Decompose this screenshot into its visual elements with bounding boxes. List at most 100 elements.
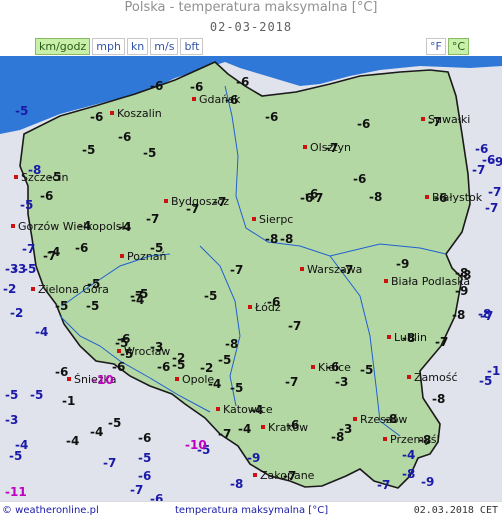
city-marker-koszalin[interactable]: [110, 111, 114, 115]
grid-temperature: -4: [131, 293, 145, 307]
temperature-map[interactable]: Koszalin Gdańsk Suwałki Szczecin Olsztyn Bydg…: [0, 56, 502, 501]
grid-temperature: -5: [143, 146, 157, 160]
grid-temperature: -7: [377, 478, 391, 492]
footer-datetime: 02.03.2018 CET: [413, 505, 498, 516]
grid-temperature: -6: [40, 189, 54, 203]
grid-temperature: -6: [190, 80, 204, 94]
city-marker-lublin[interactable]: [387, 335, 391, 339]
city-marker-bydgoszcz[interactable]: [164, 199, 168, 203]
unit-bft-button[interactable]: bft: [180, 38, 204, 55]
city-temperature-pozna-: -5: [150, 241, 164, 255]
city-marker-rzesz-w[interactable]: [353, 417, 357, 421]
city-marker-opole[interactable]: [175, 377, 179, 381]
grid-temperature: -2: [172, 351, 186, 365]
grid-temperature: -4: [208, 377, 222, 391]
grid-temperature: -7: [22, 242, 36, 256]
grid-temperature: -7: [472, 163, 486, 177]
grid-temperature: -7: [146, 212, 160, 226]
grid-temperature: -8: [28, 163, 42, 177]
grid-temperature: -5: [230, 381, 244, 395]
temperature-unit-switcher: °F °C: [426, 38, 471, 55]
unit-kmh-button[interactable]: km/godz: [35, 38, 91, 55]
city-marker-katowice[interactable]: [216, 407, 220, 411]
grid-temperature: -5: [20, 198, 34, 212]
grid-temperature: -6: [150, 79, 164, 93]
unit-kn-button[interactable]: kn: [126, 38, 149, 55]
city-marker-sierpc[interactable]: [252, 217, 256, 221]
grid-temperature: -4: [238, 422, 252, 436]
grid-temperature: -6: [138, 469, 152, 483]
grid-temperature: -2: [10, 306, 24, 320]
city-marker-krak-w[interactable]: [261, 425, 265, 429]
city-temperature-koszalin: -6: [90, 110, 104, 124]
grid-temperature: -9: [455, 284, 469, 298]
city-marker-zakopane[interactable]: [253, 473, 257, 477]
grid-temperature: -5: [108, 416, 122, 430]
grid-temperature: -7: [435, 335, 449, 349]
grid-temperature: -8: [225, 337, 239, 351]
grid-temperature: -8: [402, 467, 416, 481]
city-temperature-opole: -2: [200, 361, 214, 375]
grid-temperature: -6: [300, 191, 314, 205]
city-temperature--d-: -6: [267, 295, 281, 309]
grid-temperature: -9: [490, 155, 502, 169]
grid-temperature: -10: [185, 438, 207, 452]
unit-ms-button[interactable]: m/s: [150, 38, 179, 55]
grid-temperature: -4: [118, 220, 132, 234]
city-label-warszawa[interactable]: Warszawa: [307, 264, 362, 276]
grid-temperature: -5: [360, 363, 374, 377]
city-marker-gorz-w-wielkopolski[interactable]: [11, 224, 15, 228]
grid-temperature: -6: [353, 172, 367, 186]
grid-temperature: -5: [30, 388, 44, 402]
grid-temperature: -6: [138, 431, 152, 445]
city-marker-kielce[interactable]: [311, 365, 315, 369]
grid-temperature: -6: [157, 360, 171, 374]
grid-temperature: -4: [35, 325, 49, 339]
grid-temperature: -7: [103, 456, 117, 470]
city-temperature-przemy-l: -8: [418, 433, 432, 447]
city-marker-zamo-[interactable]: [407, 375, 411, 379]
grid-temperature: -7: [285, 375, 299, 389]
unit-mph-button[interactable]: mph: [92, 38, 125, 55]
city-marker-zielona-g-ra[interactable]: [31, 287, 35, 291]
grid-temperature: -5: [55, 299, 69, 313]
city-marker-bia-ystok[interactable]: [425, 195, 429, 199]
city-temperature--nie-ka: -10: [92, 373, 114, 387]
city-label-przemy-l[interactable]: Przemyśl: [390, 434, 440, 446]
city-marker-bia-a-podlaska[interactable]: [384, 279, 388, 283]
city-marker-pozna-[interactable]: [120, 254, 124, 258]
city-marker-warszawa[interactable]: [300, 267, 304, 271]
grid-temperature: -6: [112, 360, 126, 374]
grid-temperature: -3: [335, 375, 349, 389]
grid-temperature: -7: [485, 201, 499, 215]
city-label-koszalin[interactable]: Koszalin: [117, 108, 162, 120]
unit-fahrenheit-button[interactable]: °F: [426, 38, 446, 55]
city-temperature-warszawa: -7: [340, 263, 354, 277]
city-marker-gda-sk[interactable]: [192, 97, 196, 101]
city-marker-suwa-ki[interactable]: [421, 117, 425, 121]
grid-temperature: -8: [432, 392, 446, 406]
footer-label: temperatura maksymalna [°C]: [175, 505, 329, 516]
city-marker-przemy-l[interactable]: [383, 437, 387, 441]
grid-temperature: -3: [5, 262, 19, 276]
grid-temperature: -5: [15, 104, 29, 118]
city-marker--d-[interactable]: [248, 305, 252, 309]
grid-temperature: -6: [75, 241, 89, 255]
grid-temperature: -7: [130, 483, 144, 497]
grid-temperature: -7: [488, 185, 502, 199]
city-temperature-bia-ystok: -6: [434, 191, 448, 205]
city-label-gorz-w-wielkopolski[interactable]: Gorzów Wielkopolski: [18, 221, 131, 233]
city-temperature-gda-sk: -6: [225, 93, 239, 107]
city-marker-szczecin[interactable]: [14, 175, 18, 179]
city-label-katowice[interactable]: Katowice: [223, 404, 273, 416]
city-temperature-szczecin: -5: [48, 170, 62, 184]
grid-temperature: -6: [236, 75, 250, 89]
unit-celsius-button[interactable]: °C: [447, 38, 470, 55]
city-marker-olsztyn[interactable]: [303, 145, 307, 149]
grid-temperature: -5: [86, 299, 100, 313]
grid-temperature: -1: [62, 394, 76, 408]
city-label-zamo-[interactable]: Zamość: [414, 372, 458, 384]
city-label-sierpc[interactable]: Sierpc: [259, 214, 293, 226]
footer-brand[interactable]: © weatheronline.pl: [2, 502, 99, 519]
grid-temperature: -8: [458, 268, 472, 282]
